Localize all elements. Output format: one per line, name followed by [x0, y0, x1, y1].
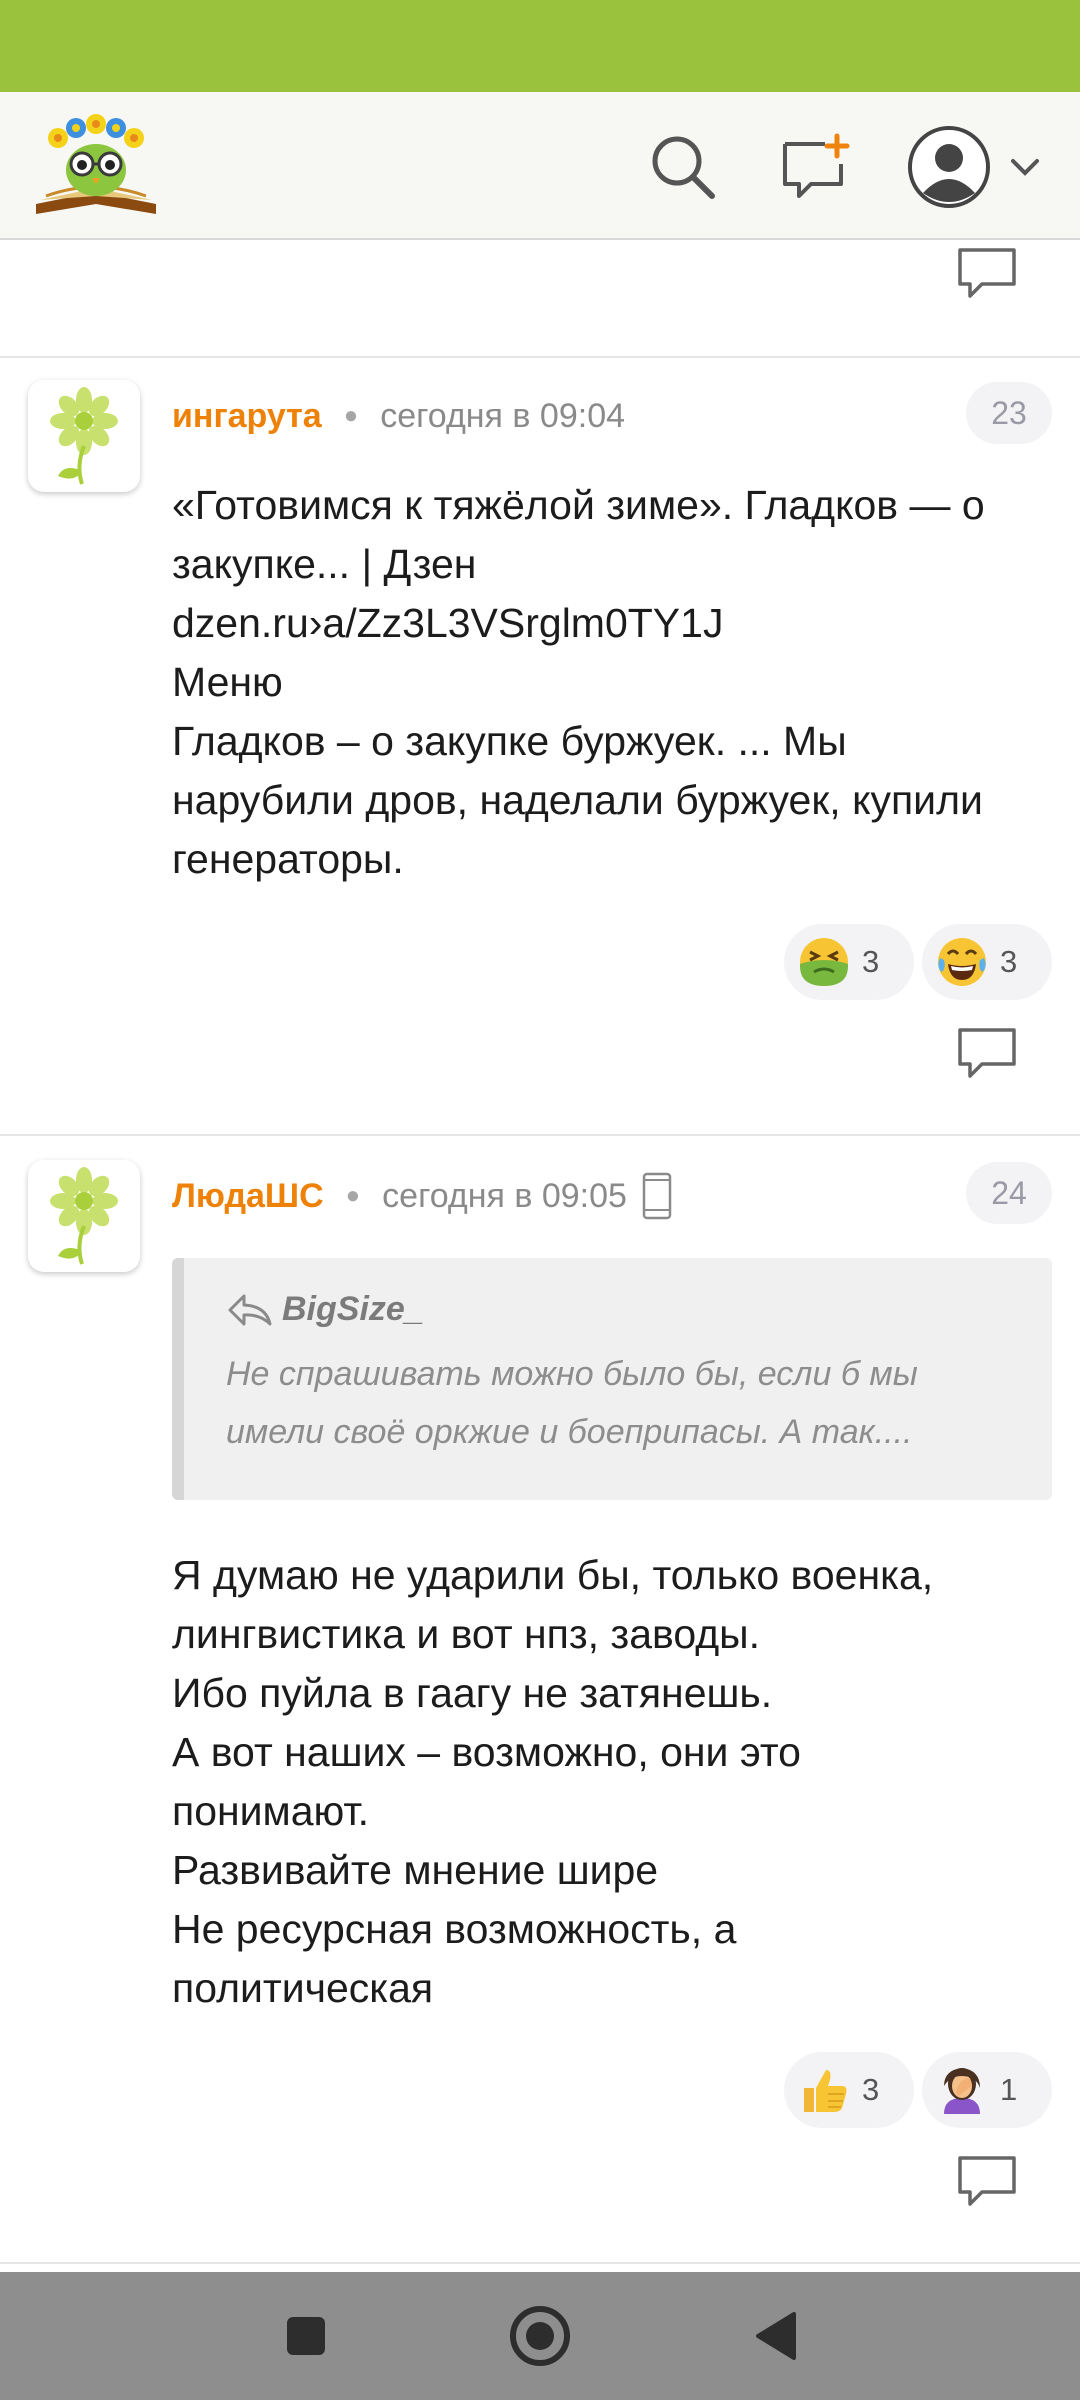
comment-divider	[0, 2262, 1080, 2264]
thumbs-up-emoji	[804, 2070, 847, 2112]
comment-author[interactable]: ингарута	[172, 397, 322, 436]
comment-text-line: «Готовимся к тяжёлой зиме». Гладков — о	[172, 482, 985, 528]
tears-of-joy-emoji	[938, 938, 986, 986]
owl-logo-icon[interactable]	[32, 108, 160, 220]
quote-author: BigSize_	[282, 1290, 424, 1328]
comment-meta: ингарута ● сегодня в 09:04	[172, 388, 625, 444]
system-navigation-bar	[0, 2272, 1080, 2400]
reaction-facepalm[interactable]: 1	[922, 2052, 1052, 2128]
mobile-phone-icon	[641, 1172, 673, 1220]
nauseated-face-emoji	[800, 938, 848, 986]
comment-text-line[interactable]: dzen.ru›a/Zz3L3VSrglm0TY1J	[172, 594, 1052, 653]
reply-icon[interactable]	[956, 1026, 1018, 1082]
comment-text-line: Меню	[172, 659, 283, 705]
profile-avatar-icon	[908, 126, 990, 208]
reply-icon[interactable]	[956, 246, 1018, 302]
reaction-thumbs-up[interactable]: 3	[784, 2052, 914, 2128]
comment-text-line: Ибо пуйла в гаагу не затянешь.	[172, 1670, 773, 1716]
comment-text-line: политическая	[172, 1965, 434, 2011]
reply-arrow-icon	[228, 1294, 272, 1325]
comment-text-line: генераторы.	[172, 836, 404, 882]
comment-number-badge[interactable]: 24	[966, 1162, 1052, 1224]
comment-text: «Готовимся к тяжёлой зиме». Гладков — о …	[172, 476, 1052, 889]
meta-separator: ●	[345, 1182, 361, 1209]
new-comment-plus-icon	[783, 133, 850, 198]
woman-facepalming-emoji	[944, 2068, 980, 2114]
flower-avatar-icon	[50, 387, 118, 485]
reaction-laughing[interactable]: 3	[922, 924, 1052, 1000]
square-recents-icon	[287, 2317, 325, 2355]
reply-icon[interactable]	[956, 2154, 1018, 2210]
reaction-nauseated[interactable]: 3	[784, 924, 914, 1000]
comment-text-line: закупке... | Дзен	[172, 541, 477, 587]
quote-text: Не спрашивать можно было бы, если б мы и…	[226, 1345, 1008, 1461]
chevron-down-icon	[1011, 159, 1039, 176]
comment-text-line: Гладков – о закупке буржуек. ... Мы	[172, 718, 847, 764]
comment-text-line: Развивайте мнение шире	[172, 1847, 659, 1893]
quote-author-row[interactable]: BigSize_	[226, 1290, 1008, 1329]
comment-number-badge[interactable]: 23	[966, 382, 1052, 444]
home-button[interactable]	[500, 2296, 580, 2376]
meta-separator: ●	[343, 402, 359, 429]
comment-divider	[0, 356, 1080, 358]
back-button[interactable]	[734, 2296, 814, 2376]
comment-text-line: Не ресурсная возможность, а	[172, 1906, 737, 1952]
recents-button[interactable]	[266, 2296, 346, 2376]
search-button[interactable]	[638, 122, 728, 212]
user-avatar[interactable]	[28, 380, 140, 492]
status-bar	[0, 0, 1080, 92]
comment-text-line: А вот наших – возможно, они это	[172, 1729, 801, 1775]
comment-text-line: лингвистика и вот нпз, заводы.	[172, 1611, 761, 1657]
comment-meta: ЛюдаШС ● сегодня в 09:05	[172, 1168, 673, 1224]
comment-divider	[0, 1134, 1080, 1136]
quote-text-line: имели своё оркжие и боеприпасы. А так...…	[226, 1413, 913, 1451]
reaction-count: 3	[862, 944, 880, 979]
comment-text: Я думаю не ударили бы, только военка, ли…	[172, 1546, 1052, 2018]
app-header	[0, 92, 1080, 240]
new-post-button[interactable]	[770, 122, 860, 212]
quote-block: BigSize_ Не спрашивать можно было бы, ес…	[172, 1258, 1052, 1500]
search-icon	[652, 136, 715, 199]
comment-time[interactable]: сегодня в 09:04	[380, 397, 625, 436]
reaction-count: 3	[1000, 944, 1018, 979]
user-avatar[interactable]	[28, 1160, 140, 1272]
comment-time[interactable]: сегодня в 09:05	[382, 1177, 627, 1216]
comment-text-line: понимают.	[172, 1788, 370, 1834]
comment-text-line: нарубили дров, наделали буржуек, купили	[172, 777, 983, 823]
circle-home-icon	[510, 2306, 570, 2366]
reaction-count: 1	[1000, 2072, 1018, 2107]
comment-text-line: Я думаю не ударили бы, только военка,	[172, 1552, 934, 1598]
quote-text-line: Не спрашивать можно было бы, если б мы	[226, 1355, 918, 1393]
profile-menu-button[interactable]	[896, 122, 1056, 212]
reaction-count: 3	[862, 2072, 880, 2107]
triangle-back-icon	[756, 2312, 796, 2360]
comment-author[interactable]: ЛюдаШС	[172, 1177, 324, 1216]
flower-avatar-icon	[50, 1167, 118, 1265]
